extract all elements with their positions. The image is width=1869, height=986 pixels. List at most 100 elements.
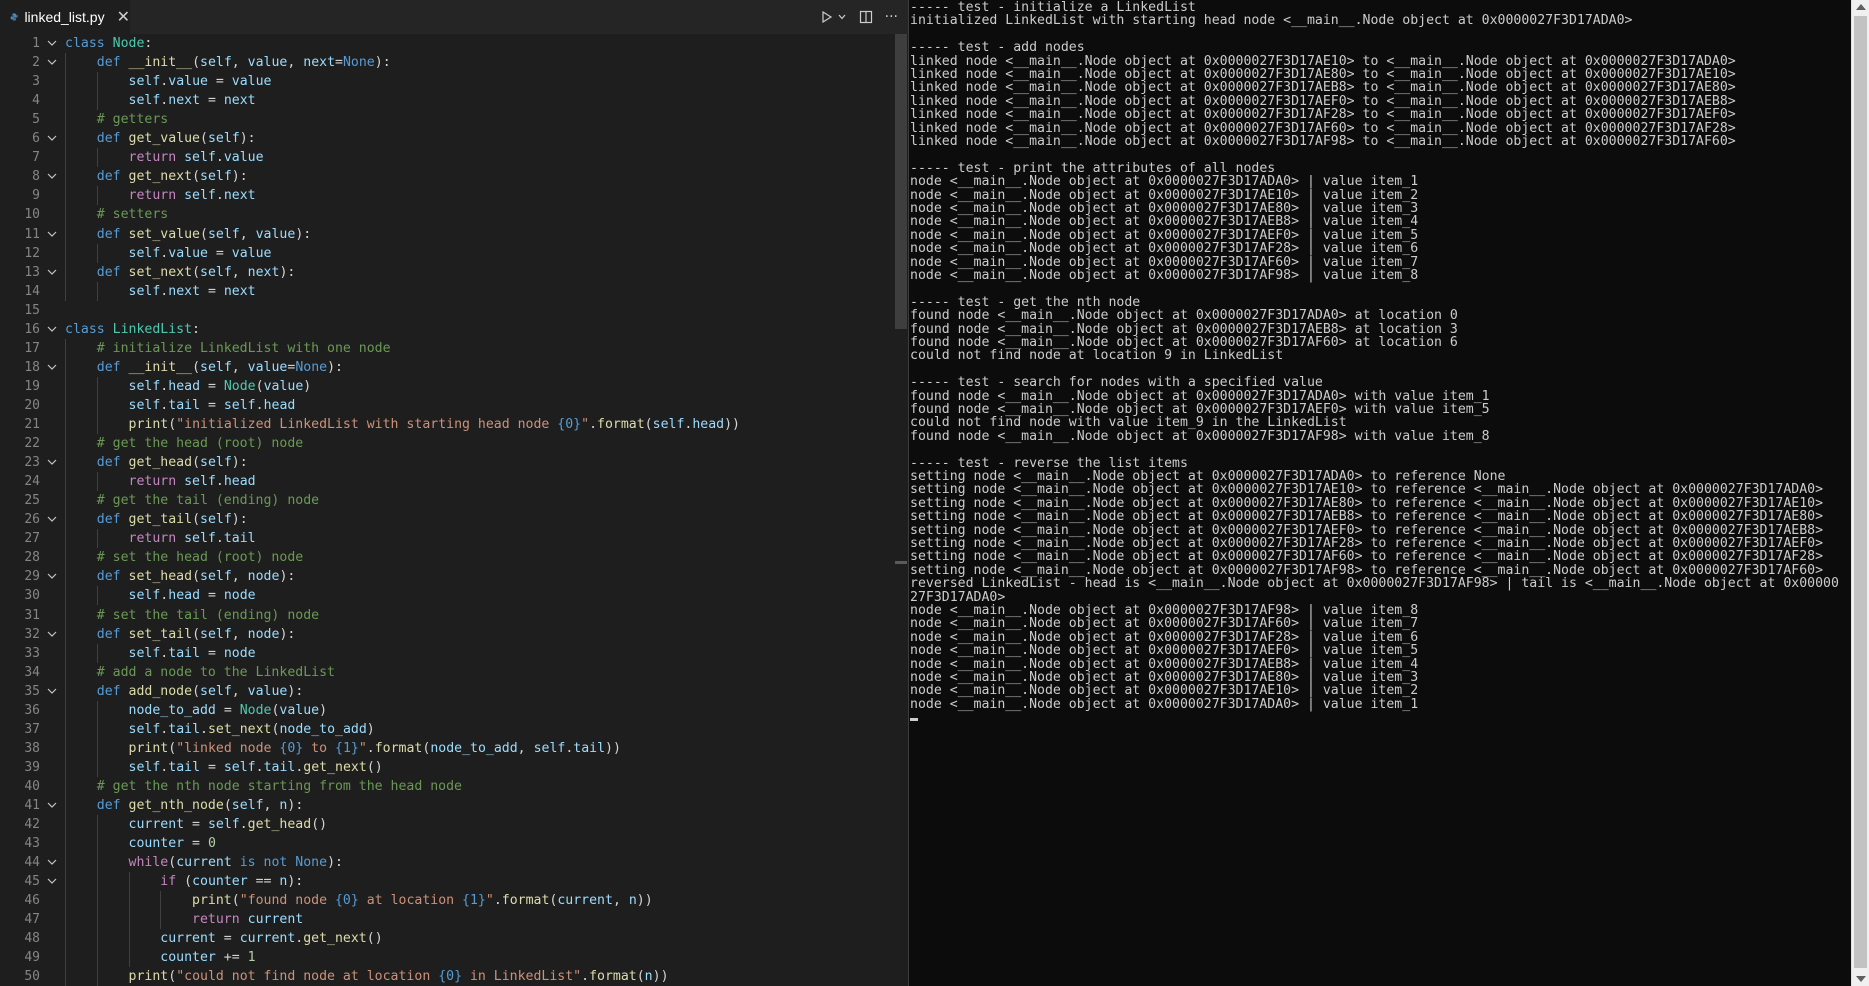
chevron-down-icon[interactable] [837,12,847,22]
code-token: = [215,702,240,718]
fold-chevron-icon[interactable] [47,53,59,72]
code-line: self.value = value [65,244,272,263]
fold-chevron-icon[interactable] [47,129,59,148]
line-number: 47 [24,912,40,928]
line-number-gutter: 1 2 3 4 5 6 7 8 9 10 11 12 13 14 15 16 17 18 19 20 21 22 23 24 2… [0,34,64,986]
code-token: {0} [557,417,582,432]
code-line: self.tail.set_next(node_to_add) [65,720,375,739]
code-token: n [644,969,653,985]
code-token: : [192,321,200,337]
code-token: {0} [334,893,359,909]
code-line: # getters [65,110,168,129]
code-token: # get the tail (ending) node [96,493,320,509]
terminal-cursor [910,718,918,722]
terminal-scrollbar-thumb[interactable] [1854,16,1867,968]
code-token: value [279,702,320,718]
code-line: # set the head (root) node [65,548,303,567]
code-token: = [200,283,224,299]
line-number: 22 [24,436,40,452]
terminal-scrollbar[interactable] [1851,0,1869,986]
fold-chevron-icon[interactable] [47,510,59,529]
line-number: 31 [24,607,40,623]
fold-chevron-icon[interactable] [47,358,59,377]
code-token: set_head [128,569,193,585]
line-number: 13 [24,264,40,280]
code-token: node [223,645,256,661]
line-number: 32 [24,626,40,642]
code-token: ): [231,455,248,471]
line-number: 19 [24,378,40,394]
fold-chevron-icon[interactable] [47,625,59,644]
fold-chevron-icon[interactable] [47,796,59,815]
code-token: ( [192,512,201,528]
close-tab-icon[interactable]: ✕ [117,9,130,25]
fold-chevron-icon[interactable] [47,320,59,339]
fold-chevron-icon[interactable] [47,263,59,282]
fold-chevron-icon[interactable] [47,872,59,891]
code-line: print("found node {0} at location {1}".f… [65,891,653,910]
code-token: None [295,855,328,871]
fold-chevron-icon[interactable] [47,453,59,472]
line-number: 10 [24,207,40,223]
fold-chevron-icon[interactable] [47,167,59,186]
code-editor[interactable]: linked_list.py ✕ ··· 1 2 3 4 5 6 7 8 9 10 11 12 13 14… [0,0,908,986]
code-token: to [303,740,335,756]
code-token: self [128,645,161,661]
play-icon[interactable] [821,11,833,23]
code-line: return current [65,910,303,929]
code-token: tail [223,531,256,547]
fold-chevron-icon[interactable] [47,567,59,586]
line-number: 11 [24,226,40,242]
code-token: # setters [96,207,169,223]
code-token: self [200,455,232,471]
code-area[interactable]: class Node: def __init__(self, value, ne… [65,34,891,986]
code-token: "found node [239,893,335,909]
code-token: value [247,55,288,71]
code-line: def add_node(self, value): [65,682,304,701]
split-editor-icon[interactable] [859,10,873,24]
code-token: next [223,188,256,204]
code-token: add_node [128,683,193,699]
code-token: . [200,721,208,737]
code-token: head [168,378,201,394]
code-line: class Node: [65,34,152,53]
more-actions-icon[interactable]: ··· [885,10,898,24]
fold-chevron-icon[interactable] [47,682,59,701]
code-token: ): [231,512,248,528]
editor-scrollbar-thumb[interactable] [895,34,907,329]
code-token: () [366,759,383,775]
code-token: at location [358,893,463,909]
code-token: current [160,931,216,947]
code-token: def [96,359,129,375]
terminal-line: linked node <__main__.Node object at 0x0… [910,134,1736,149]
code-line: # get the head (root) node [65,434,303,453]
scroll-down-arrow-icon[interactable] [1856,976,1866,982]
code-token: = [200,588,224,604]
code-line: counter = 0 [65,834,216,853]
fold-chevron-icon[interactable] [47,853,59,872]
code-token: return [128,188,185,204]
code-token: counter [128,836,185,852]
code-token: node [247,569,280,585]
code-token: return [128,531,185,547]
code-token: . [255,759,264,775]
terminal-output[interactable]: ----- test - initialize a LinkedList init… [909,0,1851,986]
code-token: , [239,226,256,242]
code-token: . [366,740,375,756]
fold-chevron-icon[interactable] [47,225,59,244]
code-token: node [247,626,280,642]
line-number: 29 [24,569,40,585]
code-token: def [96,798,129,813]
tab-linked-list-py[interactable]: linked_list.py ✕ [0,0,130,34]
fold-chevron-icon[interactable] [47,34,59,53]
terminal-line: node <__main__.Node object at 0x0000027F… [910,268,1419,283]
scroll-up-arrow-icon[interactable] [1856,4,1866,10]
code-token: self [533,740,566,756]
editor-scrollbar[interactable] [895,34,907,986]
